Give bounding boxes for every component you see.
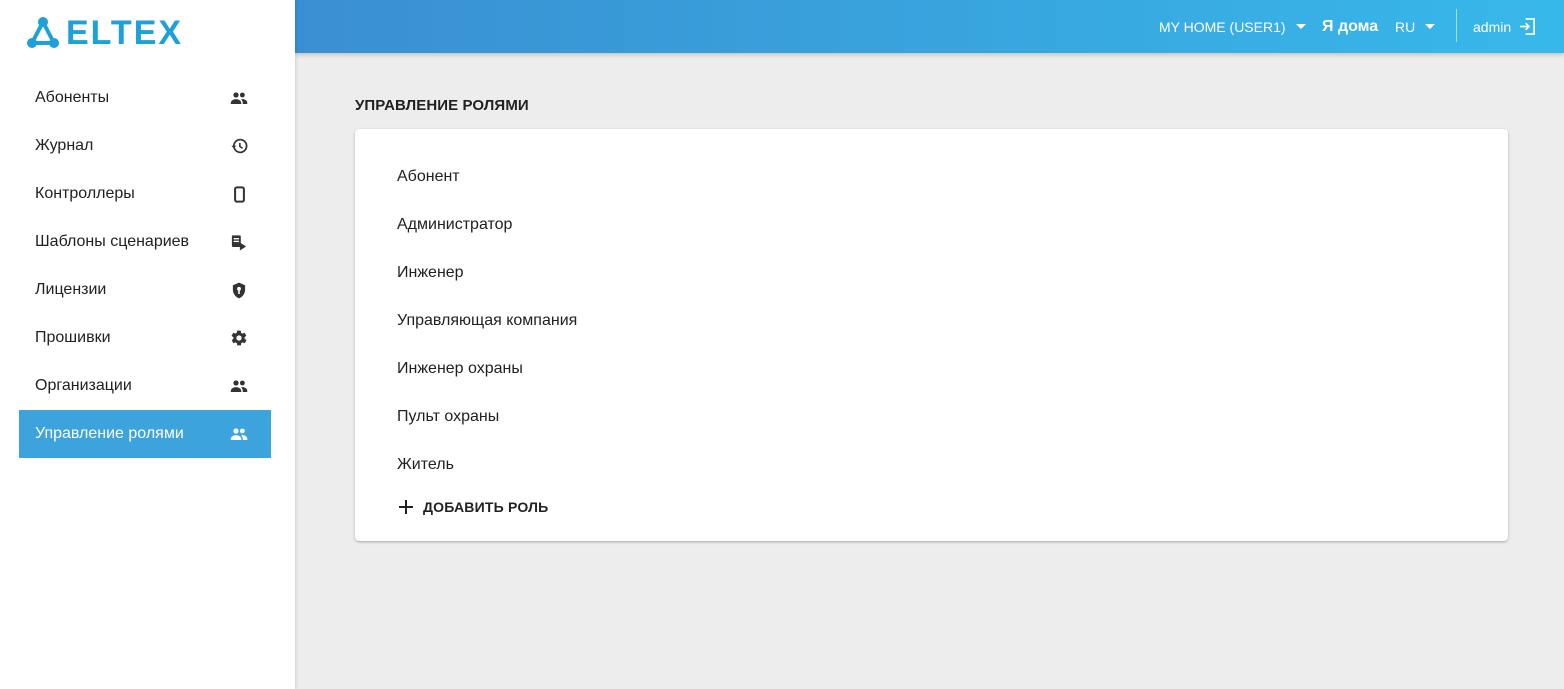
people-icon (229, 424, 249, 444)
chevron-down-icon (1425, 24, 1436, 29)
language-select[interactable]: RU (1395, 0, 1436, 53)
home-select-value: MY HOME (USER1) (1159, 18, 1286, 35)
logo-mark-icon (27, 17, 59, 48)
sidebar-item-label: Шаблоны сценариев (35, 233, 190, 250)
ya-doma-text: Я дома (1322, 17, 1379, 35)
list-item[interactable]: Инженер охраны (397, 345, 577, 393)
sidebar-item-label: Контроллеры (35, 185, 135, 202)
list-item[interactable]: Пульт охраны (397, 393, 577, 441)
sidebar-item-journal[interactable]: Журнал (19, 122, 271, 170)
sidebar-item-licenses[interactable]: Лицензии (19, 266, 271, 314)
add-role-button[interactable]: ДОБАВИТЬ РОЛЬ (397, 494, 548, 520)
people-icon (229, 88, 249, 108)
sidebar-item-label: Лицензии (35, 281, 107, 298)
add-role-label: ДОБАВИТЬ РОЛЬ (423, 499, 549, 515)
eltex-logo[interactable]: ELTEX (24, 14, 183, 52)
sidebar-item-label: Прошивки (35, 329, 111, 346)
list-item[interactable]: Управляющая компания (397, 297, 577, 345)
sidebar-item-label: Абоненты (35, 89, 110, 106)
logo-text: ELTEX (66, 14, 184, 52)
page-title: УПРАВЛЕНИЕ РОЛЯМИ (355, 97, 529, 114)
sidebar-item-controllers[interactable]: Контроллеры (19, 170, 271, 218)
home-select[interactable]: MY HOME (USER1) (1159, 0, 1306, 53)
top-header: MY HOME (USER1) Я дома RU admin (295, 0, 1564, 53)
sidebar-item-scenario-templates[interactable]: Шаблоны сценариев (19, 218, 271, 266)
logout-icon[interactable] (1519, 18, 1536, 35)
list-item[interactable]: Житель (397, 441, 577, 489)
sidebar-item-organizations[interactable]: Организации (19, 362, 271, 410)
list-item[interactable]: Администратор (397, 201, 577, 249)
sidebar-item-role-management[interactable]: Управление ролями (19, 410, 271, 458)
sidebar-item-label: Журнал (35, 137, 94, 154)
sidebar-nav: Абоненты Журнал Контроллеры Шаблоны сцен… (19, 74, 271, 458)
script-icon (229, 232, 249, 252)
history-icon (229, 136, 249, 156)
sidebar-item-subscribers[interactable]: Абоненты (19, 74, 271, 122)
sidebar-item-label: Организации (35, 377, 132, 394)
sidebar-item-firmware[interactable]: Прошивки (19, 314, 271, 362)
people-icon (229, 376, 249, 396)
list-item[interactable]: Инженер (397, 249, 577, 297)
gear-icon (229, 328, 249, 348)
ya-doma-label: Я дома (1322, 0, 1378, 53)
roles-card: Абонент Администратор Инженер Управляюща… (355, 129, 1508, 541)
user-menu[interactable]: admin (1473, 0, 1536, 53)
role-list: Абонент Администратор Инженер Управляюща… (397, 153, 577, 489)
user-name: admin (1473, 18, 1512, 35)
sidebar: ELTEX Абоненты Журнал Контроллеры Шаблон… (0, 0, 295, 689)
chevron-down-icon (1295, 24, 1306, 29)
sidebar-item-label: Управление ролями (35, 425, 184, 442)
plus-icon (397, 498, 415, 516)
list-item[interactable]: Абонент (397, 153, 577, 201)
phone-icon (229, 184, 249, 204)
shield-key-icon (229, 280, 249, 300)
language-value: RU (1395, 18, 1416, 35)
header-divider (1456, 9, 1457, 42)
